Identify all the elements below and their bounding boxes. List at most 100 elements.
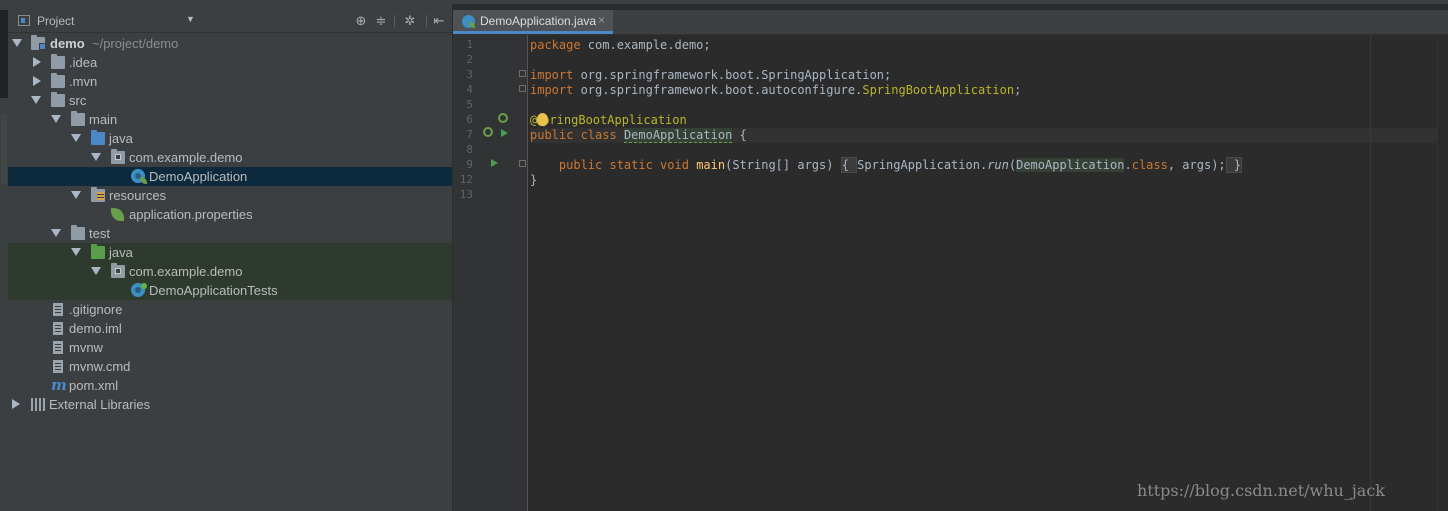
code-text: org.springframework.boot.SpringApplicati… [573,68,892,82]
tree-node-label: application.properties [129,207,253,222]
maven-icon: m [51,376,67,394]
code-line-7: public class DemoApplication { [530,128,1447,143]
tree-node-demo-iml[interactable]: demo.iml [8,319,452,338]
tree-node-label: .mvn [69,74,98,89]
collapse-arrow-icon[interactable] [33,57,41,67]
tab-demo-application-java[interactable]: DemoApplication.java × [453,10,613,34]
code-text: . [1124,158,1132,172]
expand-arrow-icon[interactable] [91,153,101,161]
tree-node-package-main[interactable]: com.example.demo [8,148,452,167]
tree-node-mvn[interactable]: .mvn [8,72,452,91]
gear-icon[interactable]: ✲ [402,13,418,29]
chevron-down-icon[interactable]: ▼ [186,14,195,24]
project-icon [18,15,30,26]
run-icon[interactable] [491,159,498,167]
tree-node-idea[interactable]: .idea [8,53,452,72]
keyword: import [530,68,574,82]
tree-node-label: mvnw.cmd [69,359,131,374]
structure-tool-tab[interactable] [1,114,7,184]
line-number: 1 [466,38,473,51]
code-text: , args); [1167,158,1226,172]
folded-region[interactable]: { [840,157,858,173]
keyword: class [1131,158,1168,172]
lightbulb-icon[interactable] [537,113,549,126]
tree-node-mvnw[interactable]: mvnw [8,338,452,357]
tree-node-package-test[interactable]: com.example.demo [8,262,452,281]
locate-icon[interactable]: ⊕ [353,13,369,29]
line-number: 9 [466,158,473,171]
tree-node-label: demo.iml [69,321,122,336]
spring-bean-gutter-icon[interactable] [483,127,493,137]
hide-panel-icon[interactable]: ⇤ [431,13,447,29]
tree-node-label: java [109,131,133,146]
divider [426,15,427,28]
source-folder-icon [91,130,105,145]
code-line-12: } [530,173,537,188]
folder-icon [51,73,65,88]
expand-arrow-icon[interactable] [91,267,101,275]
tree-node-demo-application[interactable]: DemoApplication [8,167,452,186]
expand-arrow-icon[interactable] [51,115,61,123]
file-icon [53,341,63,354]
tree-node-demo-application-tests[interactable]: DemoApplicationTests [8,281,452,300]
fold-marker-icon[interactable] [519,85,526,92]
tree-node-label: resources [109,188,167,203]
line-number: 2 [466,53,473,66]
tree-node-resources[interactable]: resources [8,186,452,205]
tree-node-application-properties[interactable]: application.properties [8,205,452,224]
collapse-all-icon[interactable]: ≑ [373,13,389,29]
expand-arrow-icon[interactable] [12,39,22,47]
method-name: main [696,158,726,172]
code-text: com.example.demo; [580,38,711,52]
tree-node-label: pom.xml [69,378,119,393]
expand-arrow-icon[interactable] [71,191,81,199]
resources-folder-icon [91,187,105,202]
code-line-3: import org.springframework.boot.SpringAp… [530,68,891,83]
code-text: org.springframework.boot.autoconfigure. [573,83,863,97]
fold-marker-icon[interactable] [519,160,526,167]
code-text: ; [1014,83,1022,97]
tree-node-demo[interactable]: demo ~/project/demo [8,34,452,53]
class-name: DemoApplication [1016,158,1125,172]
line-number: 3 [466,68,473,81]
tree-node-gitignore[interactable]: .gitignore [8,300,452,319]
tree-node-java-main[interactable]: java [8,129,452,148]
run-icon[interactable] [501,129,508,137]
expand-arrow-icon[interactable] [51,229,61,237]
tree-node-pom-xml[interactable]: m pom.xml [8,376,452,395]
project-panel-header: Project ▼ ⊕ ≑ ✲ ⇤ [8,10,452,33]
tree-node-label: java [109,245,133,260]
tree-node-path: ~/project/demo [92,36,179,51]
project-panel-title[interactable]: Project [37,14,74,28]
project-tool-tab[interactable] [0,10,8,98]
expand-arrow-icon[interactable] [71,134,81,142]
tree-node-src[interactable]: src [8,91,452,110]
watermark-text: https://blog.csdn.net/whu_jack [1137,481,1385,500]
folded-region[interactable]: } [1225,157,1243,173]
package-icon [111,263,125,278]
divider [394,15,395,28]
tree-node-mvnw-cmd[interactable]: mvnw.cmd [8,357,452,376]
tree-node-external-libraries[interactable]: External Libraries [8,395,452,414]
expand-arrow-icon[interactable] [31,96,41,104]
collapse-arrow-icon[interactable] [12,399,20,409]
close-icon[interactable]: × [598,13,605,27]
tree-node-main[interactable]: main [8,110,452,129]
tree-node-test[interactable]: test [8,224,452,243]
spring-bean-gutter-icon[interactable] [498,113,508,123]
tree-node-label: DemoApplicationTests [149,283,278,298]
collapse-arrow-icon[interactable] [33,76,41,86]
code-text: { [732,128,747,142]
tree-node-label: DemoApplication [149,169,248,184]
package-icon [111,149,125,164]
test-class-icon [131,283,147,297]
editor-scrollbar[interactable] [1437,35,1448,511]
tree-node-label: External Libraries [49,397,151,412]
right-margin-guide [1370,35,1371,511]
test-source-folder-icon [91,244,105,259]
tree-node-java-test[interactable]: java [8,243,452,262]
fold-marker-icon[interactable] [519,70,526,77]
expand-arrow-icon[interactable] [71,248,81,256]
